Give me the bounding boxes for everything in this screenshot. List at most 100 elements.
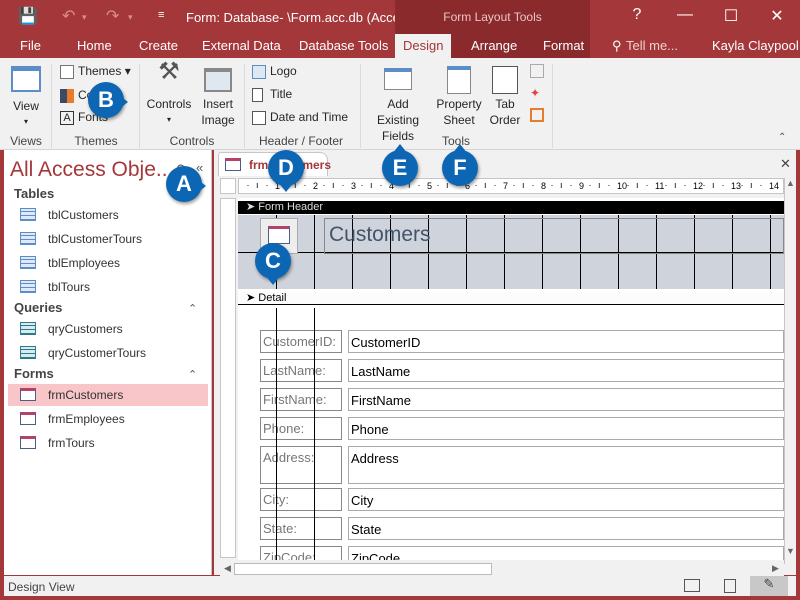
ribbon-tabs: File Home Create External Data Database … [0, 34, 800, 58]
nav-item-tbltours[interactable]: tblTours [8, 276, 208, 298]
nav-item-tblcustomertours[interactable]: tblCustomerTours [8, 228, 208, 250]
field-textbox[interactable]: State [348, 517, 784, 540]
scroll-down-icon[interactable]: ▼ [786, 546, 795, 556]
subform-icon[interactable] [530, 64, 544, 78]
divider [244, 64, 245, 148]
add-existing-fields-button[interactable]: Add Existing Fields [366, 64, 430, 144]
field-textbox[interactable]: CustomerID [348, 330, 784, 353]
view-code-icon[interactable]: ✦ [530, 86, 540, 100]
form-icon [225, 158, 241, 171]
field-label[interactable]: Address: [260, 446, 342, 484]
nav-item-frmemployees[interactable]: frmEmployees [8, 408, 208, 430]
dropdown-icon: ▾ [23, 117, 28, 126]
section-tables[interactable]: Tables [14, 186, 54, 201]
close-button[interactable]: ✕ [762, 6, 792, 26]
undo-icon[interactable]: ↶ [62, 6, 75, 26]
convert-macros-icon[interactable] [530, 108, 544, 122]
vertical-scrollbar[interactable]: ▲ ▼ [784, 178, 796, 564]
field-textbox[interactable]: Phone [348, 417, 784, 440]
tab-external-data[interactable]: External Data [202, 38, 281, 53]
tab-format[interactable]: Format [543, 38, 584, 53]
scroll-left-icon[interactable]: ◀ [224, 563, 231, 574]
form-header-bar[interactable]: ➤ Form Header [238, 201, 784, 214]
field-textbox[interactable]: ZipCode [348, 546, 784, 560]
collapse-section-icon[interactable]: ⌃ [188, 302, 197, 315]
undo-dropdown-icon[interactable]: ▾ [82, 12, 87, 23]
field-textbox[interactable]: FirstName [348, 388, 784, 411]
nav-item-qrycustomertours[interactable]: qryCustomerTours [8, 342, 208, 364]
field-textbox[interactable]: LastName [348, 359, 784, 382]
tab-order-icon [492, 66, 518, 94]
tab-arrange[interactable]: Arrange [471, 38, 517, 53]
nav-item-qrycustomers[interactable]: qryCustomers [8, 318, 208, 340]
form-view-icon[interactable] [684, 579, 700, 592]
header-title-control[interactable]: Customers [324, 218, 784, 254]
ruler-tick: · [493, 180, 497, 190]
tab-order-button[interactable]: Tab Order [488, 64, 522, 128]
field-label[interactable]: State: [260, 517, 342, 540]
view-button[interactable]: View ▾ [8, 64, 44, 130]
layout-view-icon[interactable] [724, 579, 736, 593]
detail-section[interactable]: CustomerID: CustomerID LastName: LastName Fi… [238, 308, 784, 560]
tab-design[interactable]: Design [395, 34, 452, 58]
callout-a: A [166, 166, 206, 202]
themes-button[interactable]: Themes ▾ [60, 64, 131, 79]
scroll-up-icon[interactable]: ▲ [786, 178, 795, 188]
horizontal-ruler[interactable]: 1·ı·2·ı·3·ı·4·ı·5·ı·6·ı·7·ı·8·ı·9·ı·10·ı… [238, 178, 784, 194]
section-arrow-icon: ➤ [246, 201, 256, 213]
section-forms[interactable]: Forms [14, 366, 54, 381]
divider [552, 64, 553, 148]
design-canvas[interactable]: ➤ Form Header Customers ➤ Detail Custome… [238, 198, 784, 560]
date-time-button[interactable]: Date and Time [252, 110, 348, 125]
collapse-section-icon[interactable]: ⌃ [188, 368, 197, 381]
field-label[interactable]: City: [260, 488, 342, 511]
property-sheet-button[interactable]: Property Sheet [434, 64, 484, 128]
form-selector[interactable] [220, 178, 236, 194]
scroll-thumb[interactable] [234, 563, 492, 575]
user-name[interactable]: Kayla Claypool [712, 38, 799, 53]
redo-icon[interactable]: ↷ [106, 6, 119, 26]
nav-item-tblcustomers[interactable]: tblCustomers [8, 204, 208, 226]
controls-button[interactable]: ⚒ Controls ▾ [144, 60, 194, 128]
help-button[interactable]: ? [622, 6, 652, 24]
close-document-icon[interactable]: ✕ [780, 156, 791, 172]
title-button[interactable]: Title [252, 87, 292, 102]
field-label[interactable]: Phone: [260, 417, 342, 440]
detail-bar[interactable]: ➤ Detail [238, 292, 784, 305]
nav-item-frmcustomers[interactable]: frmCustomers [8, 384, 208, 406]
nav-item-frmtours[interactable]: frmTours [8, 432, 208, 454]
field-textbox[interactable]: City [348, 488, 784, 511]
section-queries[interactable]: Queries [14, 300, 62, 315]
logo-button[interactable]: Logo [252, 64, 297, 79]
tab-home[interactable]: Home [77, 38, 112, 53]
vertical-ruler[interactable] [220, 198, 236, 558]
save-icon[interactable]: 💾 [18, 6, 38, 26]
tell-me-input[interactable]: Tell me... [626, 38, 678, 53]
horizontal-scrollbar[interactable]: ◀ ▶ [220, 562, 784, 576]
minimize-button[interactable]: — [670, 6, 700, 24]
tab-create[interactable]: Create [139, 38, 178, 53]
redo-dropdown-icon[interactable]: ▾ [128, 12, 133, 23]
field-label[interactable]: FirstName: [260, 388, 342, 411]
collapse-ribbon-icon[interactable]: ⌃ [778, 132, 786, 143]
customize-qat-icon[interactable]: ≡ [158, 9, 164, 21]
field-label[interactable]: LastName: [260, 359, 342, 382]
maximize-button[interactable]: ☐ [716, 6, 746, 26]
table-icon [20, 208, 36, 221]
scroll-right-icon[interactable]: ▶ [772, 563, 779, 574]
lightbulb-icon: ⚲ [612, 38, 622, 53]
field-textbox[interactable]: Address [348, 446, 784, 484]
field-label[interactable]: CustomerID: [260, 330, 342, 353]
callout-e: E [382, 144, 418, 186]
nav-title[interactable]: All Access Obje... [10, 158, 173, 182]
tab-database-tools[interactable]: Database Tools [299, 38, 388, 53]
design-view-icon[interactable]: ✎ [750, 576, 788, 596]
insert-image-button[interactable]: Insert Image [198, 64, 238, 128]
tab-file[interactable]: File [20, 38, 41, 53]
grid-line [276, 308, 277, 560]
view-icon [11, 66, 41, 92]
field-label[interactable]: ZipCode: [260, 546, 342, 560]
ruler-tick: · [531, 180, 535, 190]
title-icon [252, 87, 263, 102]
nav-item-tblemployees[interactable]: tblEmployees [8, 252, 208, 274]
